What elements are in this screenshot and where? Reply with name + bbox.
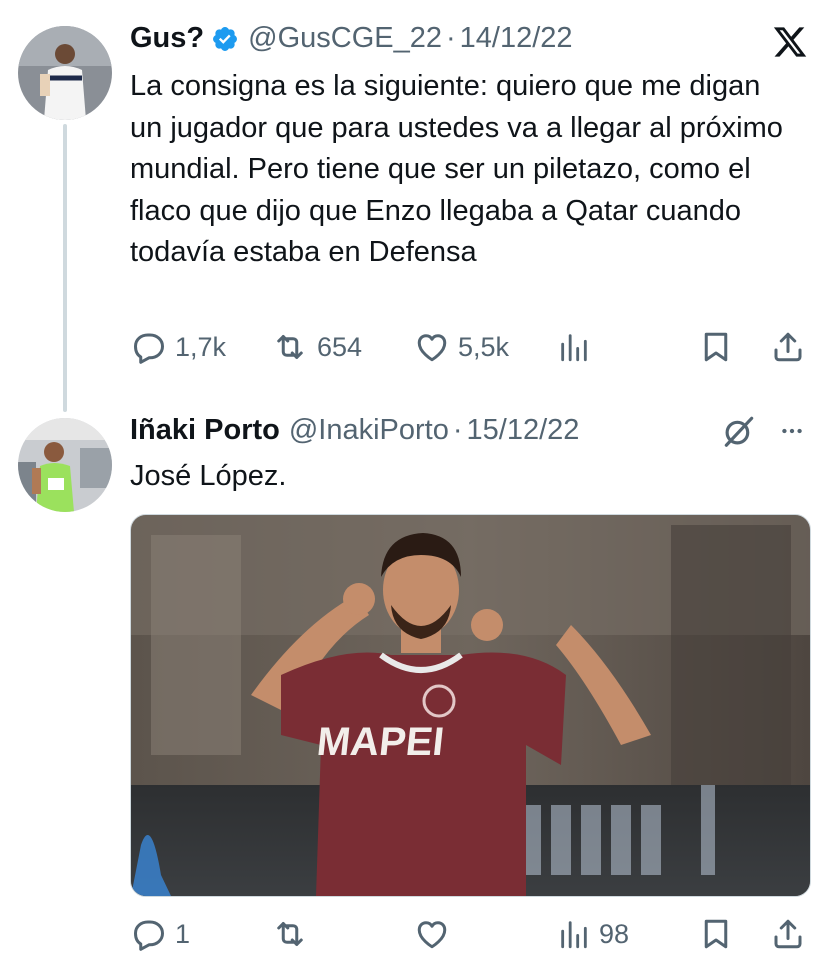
views-count: 98	[599, 918, 630, 949]
avatar-inaki[interactable]	[18, 418, 112, 512]
views-icon	[561, 921, 587, 949]
x-logo-icon[interactable]	[772, 24, 808, 65]
like-count: 5,5k	[458, 331, 510, 362]
tweet-photo[interactable]: MAPEI	[130, 514, 811, 897]
views-icon	[561, 334, 587, 362]
bookmark-button[interactable]	[698, 916, 734, 952]
separator-dot: ·	[445, 22, 456, 54]
author-name[interactable]: Gus?	[130, 22, 204, 55]
author-handle[interactable]: @InakiPorto	[289, 414, 449, 447]
retweet-icon	[277, 335, 303, 359]
tweet-date[interactable]: 15/12/22	[467, 414, 580, 447]
reply-button[interactable]: 1	[131, 916, 190, 952]
avatar-gus[interactable]	[18, 26, 112, 120]
views-button[interactable]	[557, 329, 591, 365]
like-button[interactable]	[414, 916, 450, 952]
like-button[interactable]: 5,5k	[414, 329, 509, 365]
bookmark-icon	[704, 332, 728, 362]
share-button[interactable]	[770, 329, 806, 365]
thread-line	[63, 124, 67, 412]
reply-icon	[134, 333, 164, 364]
reply-button[interactable]: 1,7k	[131, 329, 226, 365]
reply-count: 1,7k	[175, 331, 227, 362]
grok-icon[interactable]	[720, 412, 758, 455]
tweet2-header: Iñaki Porto @InakiPorto · 15/12/22	[130, 414, 579, 447]
jersey-sponsor: MAPEI	[315, 720, 446, 764]
bookmark-button[interactable]	[698, 329, 734, 365]
share-button[interactable]	[770, 916, 806, 952]
bookmark-icon	[704, 919, 728, 949]
retweet-button[interactable]	[271, 916, 309, 952]
share-icon	[774, 919, 802, 949]
more-icon[interactable]	[776, 418, 808, 449]
like-icon	[417, 334, 447, 362]
retweet-button[interactable]: 654	[271, 329, 362, 365]
retweet-icon	[277, 922, 303, 946]
like-icon	[417, 921, 447, 949]
tweet1-header: Gus? @GusCGE_22 · 14/12/22	[130, 22, 573, 55]
share-icon	[774, 332, 802, 362]
retweet-count: 654	[317, 331, 363, 362]
reply-count: 1	[175, 918, 191, 949]
verified-badge-icon	[211, 25, 239, 53]
views-button[interactable]: 98	[557, 916, 629, 952]
tweet-date[interactable]: 14/12/22	[460, 22, 573, 55]
tweet-text: La consigna es la siguiente: quiero que …	[130, 70, 783, 268]
reply-icon	[134, 920, 164, 951]
tweet-text: José López.	[130, 460, 287, 492]
author-name[interactable]: Iñaki Porto	[130, 414, 280, 447]
author-handle[interactable]: @GusCGE_22	[248, 22, 442, 55]
separator-dot: ·	[452, 414, 463, 446]
